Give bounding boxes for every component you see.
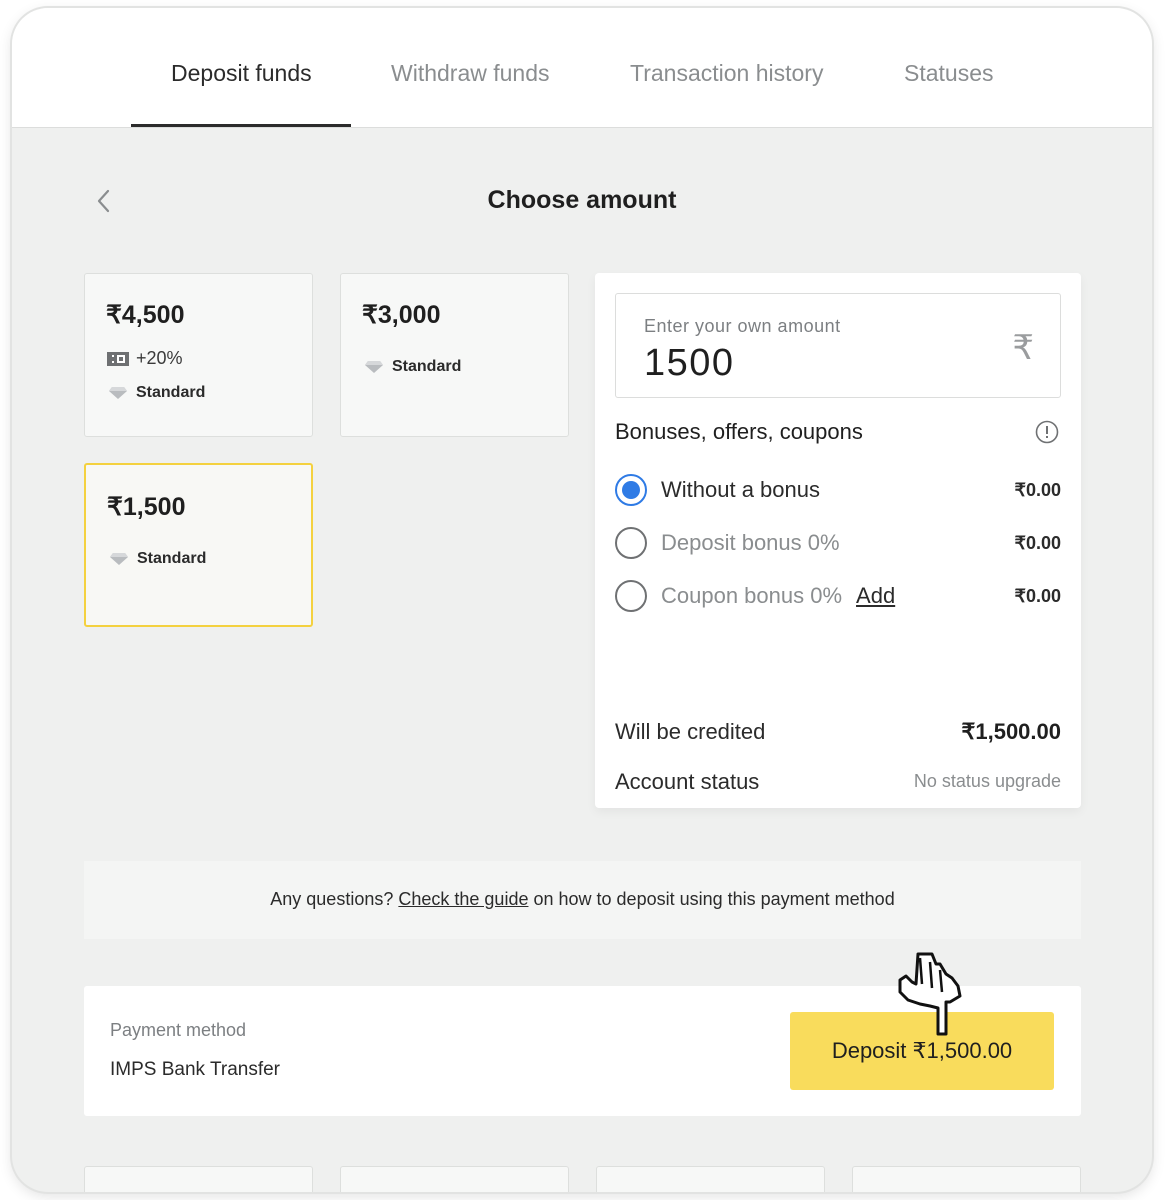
- diamond-icon: [110, 553, 128, 565]
- hand-pointer-icon: [898, 952, 962, 1036]
- bonuses-title: Bonuses, offers, coupons: [615, 419, 863, 444]
- credited-label: Will be credited: [615, 719, 766, 744]
- tab-transaction-history[interactable]: Transaction history: [630, 60, 823, 87]
- add-coupon-link[interactable]: Add: [856, 583, 895, 609]
- card-bonus-text: +20%: [136, 348, 183, 368]
- amount-card-1500[interactable]: ₹1,500 Standard: [84, 463, 313, 627]
- account-status-value: No status upgrade: [913, 771, 1061, 791]
- card-status-text: Standard: [392, 358, 462, 375]
- payment-option-card[interactable]: [852, 1166, 1081, 1192]
- payment-method-value: IMPS Bank Transfer: [110, 1059, 281, 1080]
- bonus-option-value: ₹0.00: [1014, 479, 1062, 500]
- bonus-option-value: ₹0.00: [1014, 585, 1062, 606]
- tab-bar: Deposit funds Withdraw funds Transaction…: [12, 8, 1152, 128]
- card-status: Standard: [108, 384, 205, 402]
- radio-selected[interactable]: [615, 474, 647, 506]
- card-amount: ₹1,500: [107, 493, 186, 521]
- account-status-label: Account status: [615, 769, 760, 794]
- diamond-icon: [365, 361, 383, 373]
- bonus-option-label: Coupon bonus 0%: [661, 583, 843, 608]
- guide-prefix: Any questions?: [270, 889, 394, 909]
- info-icon[interactable]: [1035, 420, 1059, 444]
- radio-unselected[interactable]: [615, 527, 647, 559]
- payment-method-label: Payment method: [110, 1020, 247, 1040]
- custom-amount-label: Enter your own amount: [644, 316, 841, 336]
- guide-banner: Any questions? Check the guide on how to…: [84, 861, 1081, 939]
- ticket-icon: [107, 351, 129, 366]
- radio-unselected[interactable]: [615, 580, 647, 612]
- bonus-option-label: Deposit bonus 0%: [661, 530, 840, 555]
- tab-statuses[interactable]: Statuses: [904, 60, 994, 87]
- check-guide-link[interactable]: Check the guide: [398, 889, 528, 909]
- custom-amount-input[interactable]: Enter your own amount 1500 ₹: [615, 293, 1061, 398]
- amount-card-3000[interactable]: ₹3,000 Standard: [340, 273, 569, 437]
- credited-value: ₹1,500.00: [961, 719, 1061, 744]
- tab-deposit-funds[interactable]: Deposit funds: [171, 60, 312, 87]
- custom-amount-value[interactable]: 1500: [644, 342, 735, 385]
- amount-card-4500[interactable]: ₹4,500 +20% Standard: [84, 273, 313, 437]
- payment-option-card[interactable]: [84, 1166, 313, 1192]
- active-tab-indicator: [131, 124, 351, 127]
- app-frame: Deposit funds Withdraw funds Transaction…: [12, 8, 1152, 1192]
- bonus-option-value: ₹0.00: [1014, 532, 1062, 553]
- payment-option-card[interactable]: [340, 1166, 569, 1192]
- bonus-option-coupon[interactable]: Coupon bonus 0% Add ₹0.00: [615, 578, 1061, 614]
- card-status-text: Standard: [137, 550, 207, 567]
- bonus-option-label: Without a bonus: [661, 477, 820, 502]
- card-bonus: +20%: [106, 348, 183, 369]
- deposit-summary-panel: Enter your own amount 1500 ₹ Bonuses, of…: [595, 273, 1081, 808]
- page-title: Choose amount: [487, 186, 677, 214]
- card-status: Standard: [364, 358, 461, 376]
- card-status: Standard: [109, 550, 206, 568]
- diamond-icon: [109, 387, 127, 399]
- rupee-icon: ₹: [1012, 329, 1034, 367]
- card-amount: ₹4,500: [106, 301, 185, 329]
- tab-withdraw-funds[interactable]: Withdraw funds: [391, 60, 550, 87]
- bonus-option-deposit[interactable]: Deposit bonus 0% ₹0.00: [615, 525, 1061, 561]
- card-amount: ₹3,000: [362, 301, 441, 329]
- bonus-option-none[interactable]: Without a bonus ₹0.00: [615, 472, 1061, 508]
- guide-suffix: on how to deposit using this payment met…: [533, 889, 895, 909]
- payment-option-card[interactable]: [596, 1166, 825, 1192]
- card-status-text: Standard: [136, 384, 206, 401]
